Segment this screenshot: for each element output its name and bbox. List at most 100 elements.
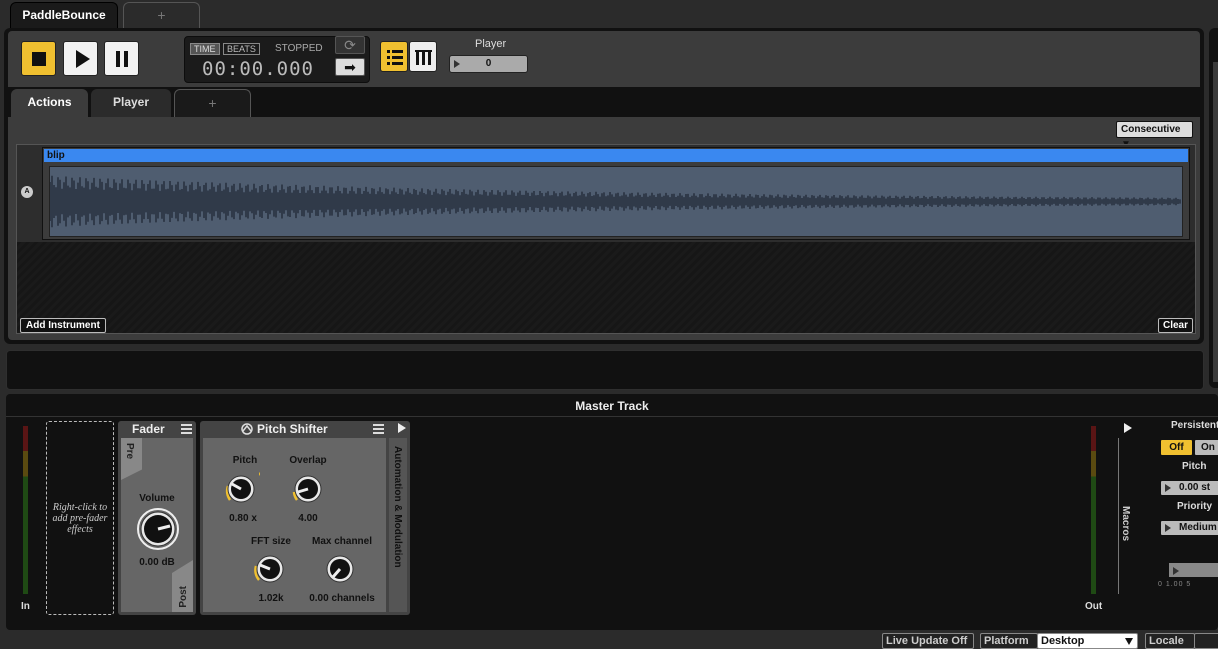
priority-field[interactable]: Medium — [1160, 520, 1218, 536]
max-channel-knob-label: Max channel — [311, 536, 373, 547]
clear-button[interactable]: Clear — [1158, 318, 1193, 333]
pitch-knob-value: 0.80 x — [229, 513, 257, 524]
loop-button[interactable]: ⟳ — [335, 36, 365, 54]
side-panel-inner — [1213, 62, 1218, 382]
macros-label: Macros — [1120, 506, 1131, 542]
grid-view-icon — [415, 50, 432, 65]
expand-arrow-icon[interactable] — [398, 423, 406, 433]
track-area: A blip Add Instrument Clear — [16, 144, 1196, 334]
persistent-on-button[interactable]: On — [1194, 439, 1218, 456]
in-label: In — [21, 601, 30, 612]
automation-modulation-strip[interactable]: Automation & Modulation — [389, 438, 407, 612]
pause-button[interactable] — [104, 41, 139, 76]
fader-device: Fader Pre Volume 0.00 dB Post — [118, 421, 196, 615]
automation-label: Automation & Modulation — [392, 446, 403, 568]
side-panel-edge — [1209, 28, 1218, 388]
pitch-knob-label: Pitch — [232, 455, 258, 466]
time-mode-toggle[interactable]: TIME — [190, 43, 220, 55]
macros-expand-icon[interactable] — [1124, 423, 1132, 433]
track-row: A blip — [17, 145, 1195, 242]
persistent-label: Persistent — [1171, 420, 1218, 431]
locale-label: Locale — [1145, 633, 1195, 649]
stop-button[interactable] — [21, 41, 56, 76]
pitch-field[interactable]: 0.00 st — [1160, 480, 1218, 496]
fft-size-knob[interactable] — [251, 550, 289, 588]
overlap-knob-label: Overlap — [289, 455, 327, 466]
list-view-icon — [387, 50, 403, 65]
prefader-drop-zone[interactable]: Right-click to add pre-fader effects — [46, 421, 114, 615]
inner-tab-bar: Actions Player + — [8, 87, 1200, 117]
slider-scale: 0 1.00 5 — [1158, 581, 1192, 588]
tab-paddlebounce[interactable]: PaddleBounce — [10, 2, 118, 29]
pitch-value: 0.00 st — [1179, 482, 1211, 493]
fader-title: Fader — [132, 422, 165, 436]
empty-panel — [6, 350, 1204, 390]
main-panel: TIME BEATS STOPPED 00:00.000 ⟳ ➡ Player … — [4, 28, 1204, 344]
platform-select[interactable]: Desktop — [1037, 633, 1138, 649]
add-scene-tab[interactable]: + — [123, 2, 200, 29]
volume-value: 0.00 dB — [139, 557, 175, 568]
time-readout: 00:00.000 — [202, 58, 314, 80]
play-small-icon — [1165, 524, 1171, 532]
persistent-off-button[interactable]: Off — [1160, 439, 1193, 456]
player-value-field[interactable]: 0 — [449, 55, 528, 73]
master-track: Master Track In Right-click to add pre-f… — [6, 394, 1218, 630]
tab-player[interactable]: Player — [91, 89, 171, 117]
pitch-knob[interactable] — [222, 470, 260, 508]
max-channel-knob[interactable] — [321, 550, 359, 588]
player-label: Player — [475, 38, 507, 50]
clip-header[interactable]: blip — [44, 149, 1188, 162]
grid-view-button[interactable] — [409, 41, 437, 72]
side-slider[interactable] — [1168, 562, 1218, 578]
divider — [1118, 438, 1119, 594]
waveform-graphic — [49, 175, 1181, 228]
overlap-knob[interactable] — [289, 470, 327, 508]
output-meter — [1091, 426, 1096, 594]
pre-flag: Pre — [121, 438, 142, 480]
player-value: 0 — [485, 58, 492, 69]
beats-mode-toggle[interactable]: BEATS — [223, 43, 260, 55]
post-label: Post — [178, 586, 189, 608]
live-update-toggle[interactable]: Live Update Off — [882, 633, 974, 649]
platform-value: Desktop — [1041, 635, 1085, 647]
tab-actions[interactable]: Actions — [11, 89, 88, 117]
play-small-icon — [454, 60, 460, 68]
play-icon — [75, 49, 90, 68]
locale-field[interactable] — [1194, 633, 1218, 649]
menu-icon[interactable] — [181, 424, 192, 434]
play-small-icon — [1173, 567, 1179, 575]
volume-knob[interactable] — [136, 507, 180, 551]
waveform — [49, 166, 1183, 237]
add-tab-button[interactable]: + — [174, 89, 251, 117]
audio-clip[interactable]: blip — [42, 147, 1190, 240]
platform-label: Platform — [980, 633, 1038, 649]
pitch-shifter-title: Pitch Shifter — [257, 422, 328, 436]
playback-mode-select[interactable]: Consecutive ▼ — [1116, 121, 1193, 150]
main-panel-inner: TIME BEATS STOPPED 00:00.000 ⟳ ➡ Player … — [8, 31, 1200, 340]
max-channel-knob-value: 0.00 channels — [309, 593, 375, 604]
input-meter — [23, 426, 28, 594]
priority-value: Medium — [1179, 522, 1217, 533]
overlap-knob-value: 4.00 — [298, 513, 318, 524]
arrow-right-icon: ➡ — [344, 59, 356, 75]
menu-icon[interactable] — [373, 424, 384, 434]
row-a-badge[interactable]: A — [21, 186, 33, 198]
play-button[interactable] — [63, 41, 98, 76]
follow-button[interactable]: ➡ — [335, 58, 365, 76]
waveform-path — [49, 175, 1181, 228]
out-label: Out — [1085, 601, 1103, 612]
divider — [6, 416, 1218, 417]
chevron-down-icon — [1125, 638, 1133, 645]
fft-size-knob-label: FFT size — [250, 536, 291, 547]
play-small-icon — [1165, 484, 1171, 492]
pitch-label: Pitch — [1182, 461, 1207, 472]
pitch-shifter-device: Pitch Shifter Pitch 0.80 x Overlap 4.00 … — [200, 421, 410, 615]
pitch-shifter-body: Pitch 0.80 x Overlap 4.00 FFT size 1.02k… — [203, 438, 386, 612]
pre-label: Pre — [124, 443, 135, 460]
add-instrument-button[interactable]: Add Instrument — [20, 318, 106, 333]
loop-icon: ⟳ — [344, 37, 356, 53]
list-view-button[interactable] — [380, 41, 408, 72]
volume-label: Volume — [139, 493, 175, 504]
status-bar: Live Update Off Platform Desktop Locale — [0, 632, 1218, 649]
fader-body: Pre Volume 0.00 dB Post — [121, 438, 193, 612]
